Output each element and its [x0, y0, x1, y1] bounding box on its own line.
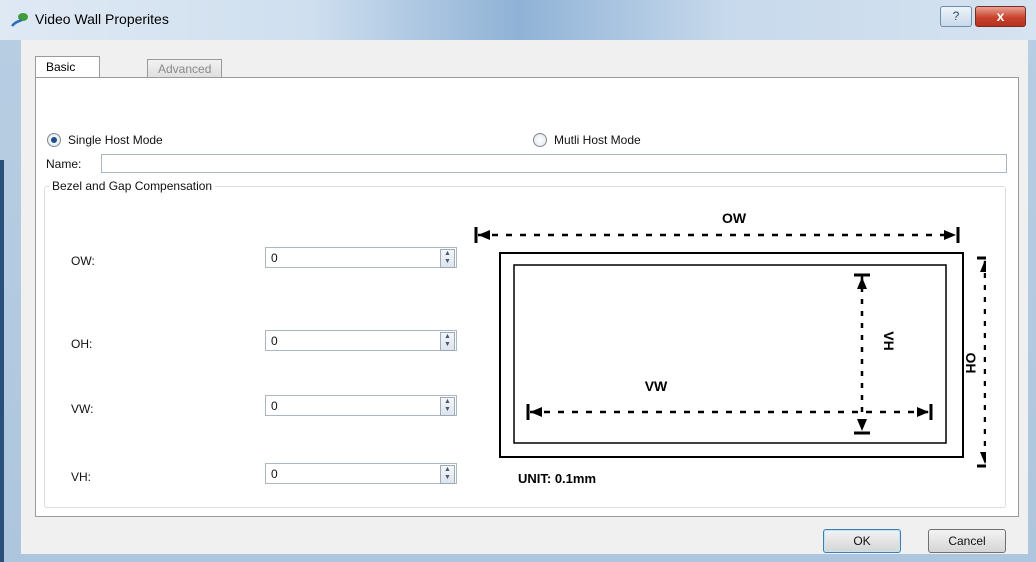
- ow-spinbox[interactable]: 0 ▲ ▼: [265, 247, 457, 268]
- vh-diagram-label: VH: [881, 331, 897, 350]
- outer-frame: [499, 252, 964, 458]
- basic-settings-panel: Single Host Mode Mutli Host Mode Name: B…: [35, 77, 1019, 517]
- title-bar[interactable]: Video Wall Properites ? x: [0, 0, 1036, 40]
- cancel-button[interactable]: Cancel: [928, 529, 1006, 553]
- spin-arrows-icon[interactable]: ▲ ▼: [440, 332, 455, 351]
- spin-arrows-icon[interactable]: ▲ ▼: [440, 249, 455, 268]
- ok-button[interactable]: OK: [823, 529, 901, 553]
- vw-spinbox[interactable]: 0 ▲ ▼: [265, 395, 457, 416]
- multi-host-mode-radio[interactable]: [533, 133, 547, 147]
- dialog-client-area: Basic Settings Advanced Settings Single …: [21, 40, 1028, 554]
- single-host-mode-label: Single Host Mode: [68, 133, 163, 147]
- vh-value: 0: [271, 467, 278, 481]
- name-label: Name:: [46, 157, 82, 171]
- vw-diagram-label: VW: [645, 378, 668, 394]
- help-button[interactable]: ?: [940, 6, 972, 27]
- unit-label: UNIT: 0.1mm: [518, 471, 596, 486]
- dialog-window: Video Wall Properites ? x Basic Settings…: [0, 0, 1036, 562]
- spin-arrows-icon[interactable]: ▲ ▼: [440, 465, 455, 484]
- name-input[interactable]: [101, 154, 1007, 173]
- vh-spinbox[interactable]: 0 ▲ ▼: [265, 463, 457, 484]
- video-wall-app-icon: [11, 13, 28, 27]
- close-button[interactable]: x: [975, 6, 1026, 27]
- vw-value: 0: [271, 399, 278, 413]
- oh-spinbox[interactable]: 0 ▲ ▼: [265, 330, 457, 351]
- vw-dimension-line: [526, 404, 933, 420]
- oh-label: OH:: [71, 337, 93, 351]
- ow-label: OW:: [71, 254, 95, 268]
- inner-frame: [513, 264, 947, 444]
- vw-label: VW:: [71, 402, 94, 416]
- tab-advanced-settings[interactable]: Advanced Settings: [147, 59, 223, 94]
- oh-value: 0: [271, 334, 278, 348]
- oh-diagram-label: OH: [963, 353, 979, 374]
- vh-dimension-line: [854, 273, 870, 435]
- single-host-mode-radio[interactable]: [47, 133, 61, 147]
- vh-label: VH:: [71, 470, 92, 484]
- group-title: Bezel and Gap Compensation: [49, 179, 216, 193]
- window-title: Video Wall Properites: [35, 11, 169, 27]
- ow-diagram-label: OW: [722, 210, 747, 226]
- spin-arrows-icon[interactable]: ▲ ▼: [440, 397, 455, 416]
- tab-basic-settings[interactable]: Basic Settings: [35, 56, 101, 95]
- video-wall-dimension-diagram: OW VH VW OH UNIT: 0.1mm: [474, 210, 986, 486]
- ow-dimension-line: [474, 227, 960, 243]
- ow-value: 0: [271, 251, 278, 265]
- multi-host-mode-label: Mutli Host Mode: [554, 133, 641, 147]
- window-edge: [0, 160, 4, 562]
